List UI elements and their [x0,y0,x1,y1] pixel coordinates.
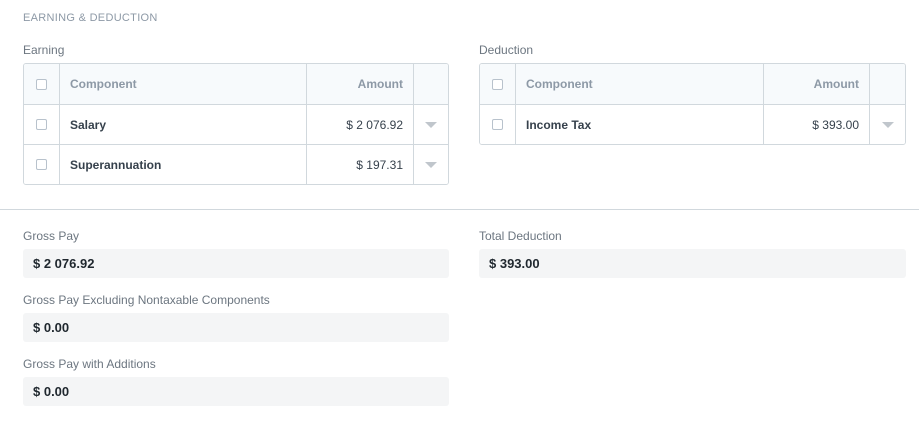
component-cell[interactable]: Income Tax [515,105,763,144]
amount-header: Amount [306,64,413,104]
gross-pay-field: $ 2 076.92 [23,249,449,278]
amount-cell[interactable]: $ 2 076.92 [306,105,413,144]
component-header: Component [59,64,306,104]
row-menu-button[interactable] [869,105,905,144]
amount-cell[interactable]: $ 393.00 [763,105,869,144]
component-cell[interactable]: Salary [59,105,306,144]
amount-cell[interactable]: $ 197.31 [306,145,413,184]
deduction-label: Deduction [479,43,534,57]
amount-header: Amount [763,64,869,104]
deduction-header-row: Component Amount [480,64,905,104]
earning-header-row: Component Amount [24,64,448,104]
section-title: EARNING & DEDUCTION [23,12,158,24]
row-menu-button[interactable] [413,105,448,144]
earning-table: Component Amount Salary $ 2 076.92 Super… [23,63,449,185]
header-action-cell [869,64,905,104]
row-select-cell[interactable] [24,105,59,144]
gross-pay-add-label: Gross Pay with Additions [23,357,156,371]
caret-down-icon [425,161,437,168]
gross-pay-excl-field: $ 0.00 [23,313,449,342]
select-all-cell[interactable] [480,64,515,104]
component-header: Component [515,64,763,104]
row-checkbox[interactable] [36,119,47,130]
gross-pay-label: Gross Pay [23,229,80,243]
select-all-checkbox[interactable] [36,78,47,90]
gross-pay-add-field: $ 0.00 [23,377,449,406]
header-action-cell [413,64,448,104]
table-row[interactable]: Income Tax $ 393.00 [480,104,905,144]
component-cell[interactable]: Superannuation [59,145,306,184]
row-select-cell[interactable] [24,145,59,184]
select-all-cell[interactable] [24,64,59,104]
caret-down-icon [425,121,437,128]
deduction-table: Component Amount Income Tax $ 393.00 [479,63,906,145]
caret-down-icon [881,121,894,128]
row-checkbox[interactable] [492,119,503,130]
table-row[interactable]: Salary $ 2 076.92 [24,104,448,144]
section-divider [0,209,919,210]
table-row[interactable]: Superannuation $ 197.31 [24,144,448,184]
select-all-checkbox[interactable] [492,78,503,90]
row-checkbox[interactable] [36,159,47,170]
row-menu-button[interactable] [413,145,448,184]
gross-pay-excl-label: Gross Pay Excluding Nontaxable Component… [23,293,270,307]
row-select-cell[interactable] [480,105,515,144]
earning-label: Earning [23,43,65,57]
total-deduction-label: Total Deduction [479,229,562,243]
total-deduction-field: $ 393.00 [479,249,906,278]
